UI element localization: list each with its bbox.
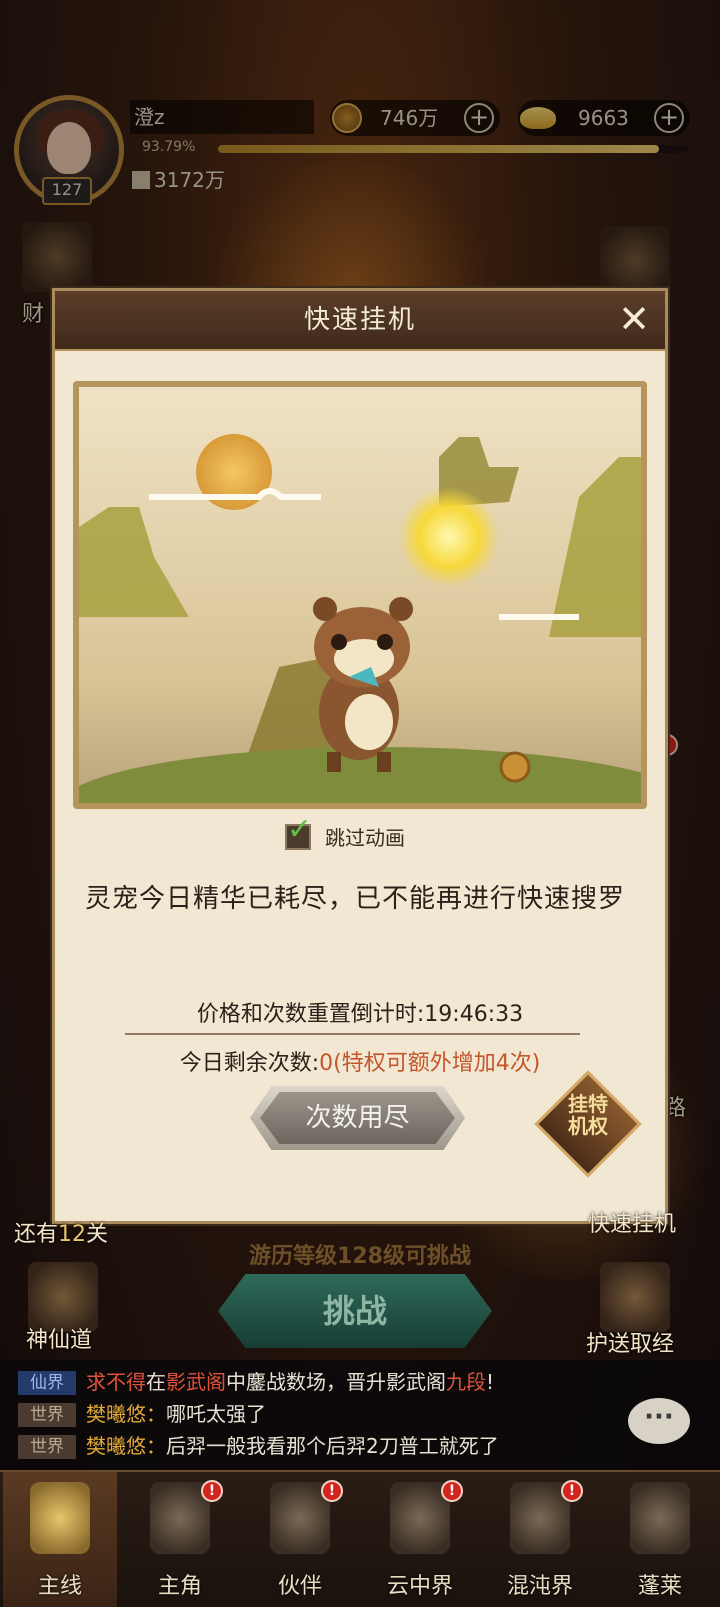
checkmark-icon: ✓: [287, 812, 313, 847]
privilege-char-4: 权: [588, 1114, 608, 1138]
reset-countdown-label: 价格和次数重置倒计时:: [196, 1002, 425, 1027]
chat-text: 后羿一般我看那个后羿2刀普工就死了: [166, 1434, 499, 1458]
divider: [125, 1033, 580, 1035]
escort-icon[interactable]: [600, 1262, 670, 1332]
chat-line: 仙界 求不得在影武阁中鏖战数场，晋升影武阁九段!: [18, 1368, 494, 1396]
nav-item-2[interactable]: 伙伴!: [243, 1472, 357, 1607]
nav-label: 伙伴: [277, 1574, 322, 1599]
chat-line: 世界 樊曦悠：哪吒太强了: [18, 1400, 266, 1428]
challenge-button-label: 挑战: [322, 1292, 387, 1330]
scene-art: [79, 434, 641, 803]
escort-label[interactable]: 护送取经: [586, 1326, 674, 1358]
challenge-button[interactable]: 挑战: [218, 1274, 492, 1348]
chat-speaker[interactable]: 樊曦悠: [86, 1402, 146, 1426]
privilege-char-3: 机: [568, 1114, 588, 1138]
left-cliff: [79, 507, 189, 617]
nav-badge: !: [201, 1480, 223, 1502]
chat-speaker[interactable]: 樊曦悠: [86, 1434, 146, 1458]
close-button[interactable]: ✕: [615, 300, 653, 339]
privilege-char-1: 挂: [568, 1092, 588, 1116]
chat-text: 哪吒太强了: [166, 1402, 266, 1426]
chat-text: !: [486, 1370, 495, 1394]
nav-item-1[interactable]: 主角!: [123, 1472, 237, 1607]
chat-channel: 世界: [18, 1435, 76, 1459]
chat-channel: 世界: [18, 1403, 76, 1427]
remaining-count-label: 今日剩余次数:: [179, 1051, 320, 1076]
nav-item-5[interactable]: 蓬莱: [603, 1472, 717, 1607]
attempts-exhausted-label: 次数用尽: [260, 1092, 455, 1144]
coin-icon: [499, 751, 531, 783]
nav-badge: !: [321, 1480, 343, 1502]
quick-idle-dialog: 快速挂机 ✕ ✓ 跳过动画 灵宠今日精华已耗尽，已不能再进行快速搜罗 价格和次数…: [52, 288, 668, 1224]
nav-label: 混沌界: [506, 1574, 573, 1599]
chat-line: 世界 樊曦悠：后羿一般我看那个后羿2刀普工就死了: [18, 1432, 499, 1460]
reset-countdown: 价格和次数重置倒计时:19:46:33: [55, 996, 665, 1028]
quick-idle-shortcut[interactable]: 快速挂机: [588, 1206, 676, 1238]
chat-panel[interactable]: 仙界 求不得在影武阁中鏖战数场，晋升影武阁九段! 世界 樊曦悠：哪吒太强了 世界 樊曦…: [0, 1360, 720, 1470]
nav-item-0[interactable]: 主线: [3, 1472, 117, 1607]
right-cliff: [549, 457, 641, 637]
dialog-title: 快速挂机: [55, 291, 665, 351]
nav-badge: !: [561, 1480, 583, 1502]
glowing-orb-icon: [399, 487, 499, 587]
bottom-nav: 主线 主角! 伙伴! 云中界! 混沌界! 蓬莱: [0, 1470, 720, 1607]
nav-icon: [630, 1482, 690, 1554]
nav-label: 蓬莱: [637, 1574, 682, 1599]
remaining-count-value: 0: [319, 1051, 334, 1076]
nav-badge: !: [441, 1480, 463, 1502]
nav-item-3[interactable]: 云中界!: [363, 1472, 477, 1607]
immortal-path-label[interactable]: 神仙道: [26, 1322, 92, 1354]
essence-exhausted-message: 灵宠今日精华已耗尽，已不能再进行快速搜罗: [85, 884, 626, 914]
chat-text: 在: [146, 1370, 166, 1394]
nav-icon: [30, 1482, 90, 1554]
chat-open-button[interactable]: ···: [628, 1398, 690, 1444]
privilege-char-2: 特: [588, 1092, 608, 1116]
chat-channel: 仙界: [18, 1371, 76, 1395]
chat-place: 影武阁: [166, 1370, 226, 1394]
pet-scene-illustration: [73, 381, 647, 809]
nav-label: 主角: [157, 1574, 202, 1599]
privilege-bonus-note: (特权可额外增加4次): [333, 1051, 541, 1076]
reset-countdown-value: 19:46:33: [424, 1002, 524, 1027]
nav-label: 云中界: [386, 1574, 453, 1599]
nav-item-4[interactable]: 混沌界!: [483, 1472, 597, 1607]
chat-text: 中鏖战数场，晋升影武阁: [226, 1370, 446, 1394]
chat-speaker[interactable]: 求不得: [86, 1370, 146, 1394]
skip-animation-label: 跳过动画: [325, 826, 405, 850]
chat-rank: 九段: [446, 1370, 486, 1394]
remaining-count: 今日剩余次数:0(特权可额外增加4次): [55, 1045, 665, 1077]
nav-label: 主线: [37, 1574, 82, 1599]
attempts-exhausted-button[interactable]: 次数用尽: [250, 1086, 465, 1150]
idle-privilege-label[interactable]: 挂特 机权: [545, 1093, 631, 1159]
